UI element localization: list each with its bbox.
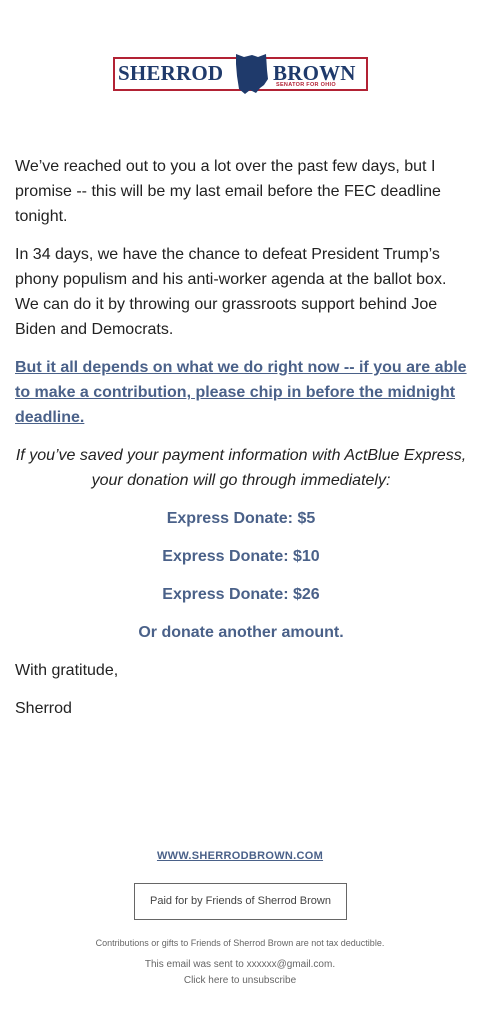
email-body: We’ve reached out to you a lot over the … (15, 154, 467, 734)
sent-to-notice: This email was sent to xxxxxx@gmail.com. (144, 959, 336, 970)
logo-first-name: SHERROD (118, 61, 224, 85)
ohio-state-shape-icon (236, 54, 268, 94)
logo-subtitle: SENATOR FOR OHIO (276, 82, 336, 88)
contribution-link[interactable]: But it all depends on what we do right n… (15, 359, 467, 426)
paragraph-intro: We’ve reached out to you a lot over the … (15, 158, 441, 225)
website-link[interactable]: WWW.SHERRODBROWN.COM (0, 850, 480, 862)
sherrod-brown-logo[interactable]: SHERROD BROWN SENATOR FOR OHIO (113, 52, 368, 95)
actblue-express-note: If you’ve saved your payment information… (15, 447, 467, 489)
express-donate-10-link[interactable]: Express Donate: $10 (15, 544, 467, 569)
signature: Sherrod (15, 700, 72, 717)
tax-deductible-notice: Contributions or gifts to Friends of She… (95, 938, 385, 948)
paid-for-disclaimer: Paid for by Friends of Sherrod Brown (134, 883, 347, 920)
closing-text: With gratitude, (15, 662, 119, 679)
donate-other-amount-link[interactable]: Or donate another amount. (15, 620, 467, 645)
paragraph-election: In 34 days, we have the chance to defeat… (15, 246, 447, 338)
express-donate-26-link[interactable]: Express Donate: $26 (15, 582, 467, 607)
express-donate-5-link[interactable]: Express Donate: $5 (15, 506, 467, 531)
email-page: SHERROD BROWN SENATOR FOR OHIO We’ve rea… (0, 0, 480, 1027)
unsubscribe-link[interactable]: Click here to unsubscribe (0, 975, 480, 986)
